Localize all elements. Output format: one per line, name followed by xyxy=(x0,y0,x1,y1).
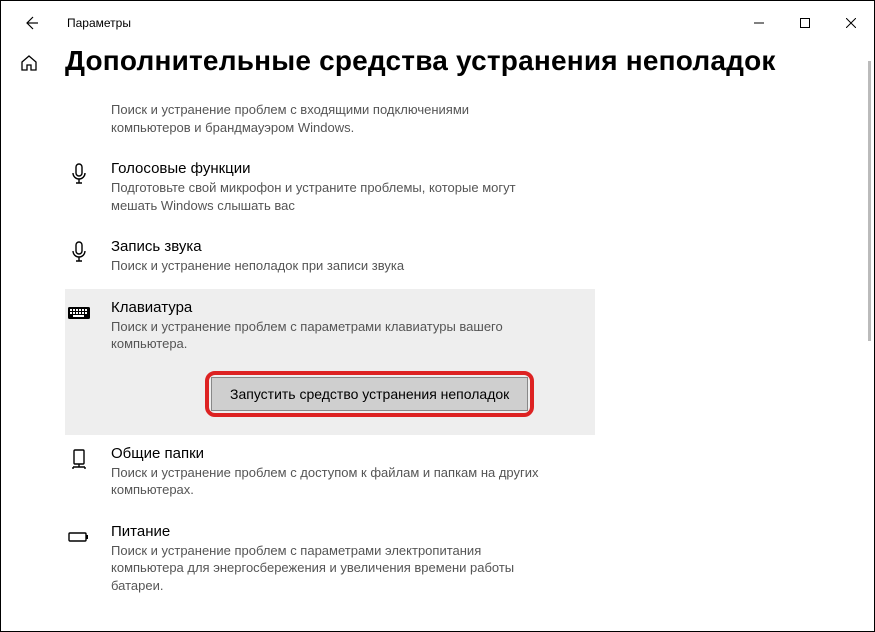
item-audio-recording[interactable]: Запись звука Поиск и устранение неполадо… xyxy=(65,228,625,289)
item-desc: Поиск и устранение неполадок при записи … xyxy=(111,257,541,275)
item-desc: Поиск и устранение проблем с доступом к … xyxy=(111,464,541,499)
shared-folders-icon xyxy=(65,445,93,473)
item-title: Питание xyxy=(111,523,619,540)
item-title: Голосовые функции xyxy=(111,160,619,177)
item-desc: Поиск и устранение проблем с параметрами… xyxy=(111,542,541,595)
microphone-icon xyxy=(65,238,93,266)
microphone-icon xyxy=(65,160,93,188)
home-icon[interactable] xyxy=(19,53,39,73)
network-icon xyxy=(65,101,93,129)
title-bar: Параметры xyxy=(1,1,874,45)
item-title: Общие папки xyxy=(111,445,619,462)
scrollbar[interactable] xyxy=(868,61,871,341)
back-button[interactable] xyxy=(19,11,43,35)
page-title: Дополнительные средства устранения непол… xyxy=(65,45,854,77)
item-incoming-connections[interactable]: Поиск и устранение проблем с входящими п… xyxy=(65,91,625,150)
highlight-frame: Запустить средство устранения неполадок xyxy=(205,371,534,417)
maximize-button[interactable] xyxy=(782,7,828,39)
item-title: Запись звука xyxy=(111,238,619,255)
keyboard-icon xyxy=(65,299,93,327)
item-desc: Поиск и устранение проблем с параметрами… xyxy=(111,318,541,353)
item-desc: Поиск и устранение проблем с входящими п… xyxy=(111,101,541,136)
item-shared-folders[interactable]: Общие папки Поиск и устранение проблем с… xyxy=(65,435,625,513)
item-speech[interactable]: Голосовые функции Подготовьте свой микро… xyxy=(65,150,625,228)
window-controls xyxy=(736,7,874,39)
run-troubleshooter-button[interactable]: Запустить средство устранения неполадок xyxy=(211,377,528,411)
battery-icon xyxy=(65,523,93,551)
minimize-button[interactable] xyxy=(736,7,782,39)
item-title: Клавиатура xyxy=(111,299,589,316)
close-button[interactable] xyxy=(828,7,874,39)
item-keyboard[interactable]: Клавиатура Поиск и устранение проблем с … xyxy=(65,289,595,435)
item-desc: Подготовьте свой микрофон и устраните пр… xyxy=(111,179,541,214)
window-title: Параметры xyxy=(67,16,131,30)
item-power[interactable]: Питание Поиск и устранение проблем с пар… xyxy=(65,513,625,609)
